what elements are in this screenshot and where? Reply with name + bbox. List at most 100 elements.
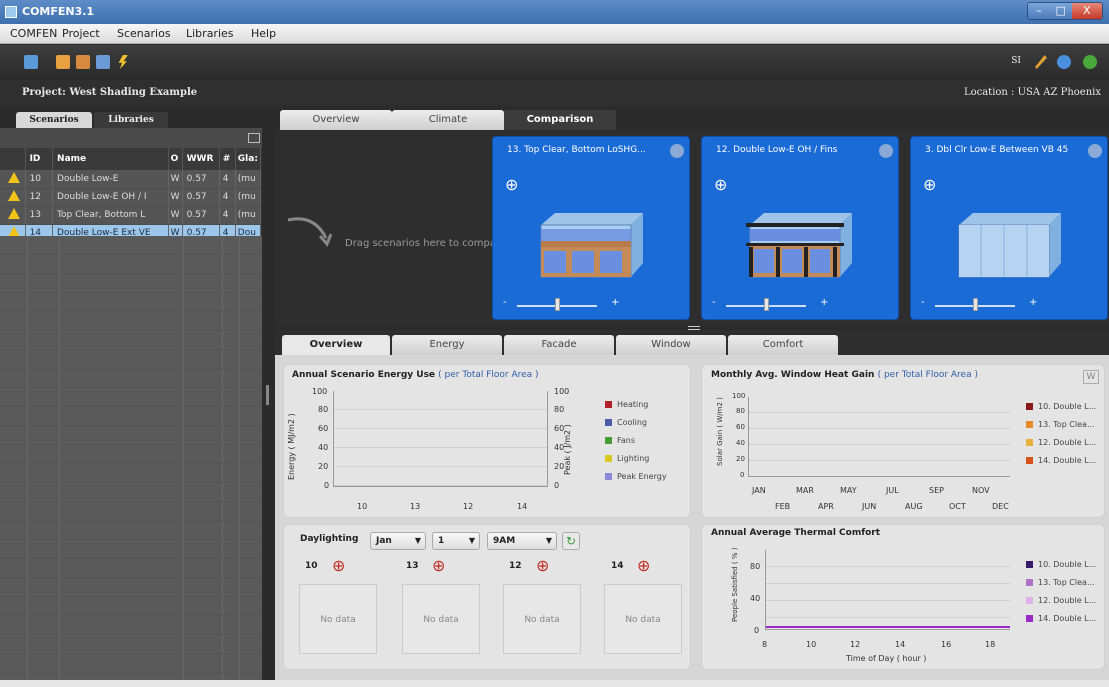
chevron-down-icon: ▼ — [545, 536, 552, 545]
x-tick: 12 — [850, 640, 861, 649]
tab-climate[interactable]: Climate — [392, 110, 504, 130]
table-row[interactable]: 12 Double Low-E OH / I W 0.57 4 (mu — [0, 188, 262, 207]
minimize-button[interactable]: – — [1028, 3, 1050, 19]
x-tick: JAN — [752, 486, 766, 495]
row-glazing: (mu — [235, 206, 262, 225]
tab-energy[interactable]: Energy — [392, 335, 502, 355]
project-bar: Project: West Shading Example Location :… — [0, 80, 1109, 106]
library-icon[interactable] — [96, 55, 110, 69]
window-title: COMFEN3.1 — [22, 5, 95, 18]
tab-overview-top[interactable]: Overview — [280, 110, 392, 130]
col-orientation[interactable]: O — [168, 148, 183, 170]
legend-item: 14. Double L... — [1026, 456, 1096, 465]
units-toggle[interactable]: SI — [1011, 56, 1021, 66]
zoom-slider-knob[interactable] — [555, 298, 560, 311]
x-tick: APR — [818, 502, 834, 511]
column-chooser-icon[interactable] — [248, 133, 260, 143]
compass-icon[interactable]: ⊕ — [505, 175, 518, 194]
col-name[interactable]: Name — [52, 148, 169, 170]
close-card-icon[interactable] — [879, 144, 893, 158]
scenario-copy-icon[interactable] — [76, 55, 90, 69]
close-button[interactable]: X — [1071, 3, 1102, 19]
tab-scenarios[interactable]: Scenarios — [16, 112, 92, 128]
col-id[interactable]: ID — [25, 148, 54, 170]
add-scenario-icon[interactable] — [56, 55, 70, 69]
menu-scenarios[interactable]: Scenarios — [117, 27, 171, 40]
zoom-out-button[interactable]: - — [503, 297, 507, 308]
menu-help[interactable]: Help — [251, 27, 276, 40]
x-tick: 14 — [517, 502, 528, 511]
compass-icon[interactable]: ⊕ — [637, 556, 650, 575]
daylight-scenario-id: 13 — [406, 561, 419, 571]
scenario-card[interactable]: 3. Dbl Clr Low-E Between VB 45 ⊕ - + — [910, 136, 1108, 320]
legend-swatch — [1026, 421, 1033, 428]
menu-comfen[interactable]: COMFEN — [10, 27, 57, 40]
run-simulation-icon[interactable] — [118, 55, 128, 69]
close-card-icon[interactable] — [1088, 144, 1102, 158]
y-tick: 0 — [740, 471, 745, 479]
compass-icon[interactable]: ⊕ — [923, 175, 936, 194]
comfort-ylabel: People Satisfied ( % ) — [731, 547, 739, 623]
time-dropdown[interactable]: 9AM ▼ — [487, 532, 557, 550]
daylight-scenario-id: 12 — [509, 561, 522, 571]
scenario-card[interactable]: 12. Double Low-E OH / Fins ⊕ - + — [701, 136, 899, 320]
legend-swatch — [605, 437, 612, 444]
wrench-icon[interactable] — [1035, 55, 1047, 69]
col-glazing[interactable]: Gla: — [235, 148, 262, 170]
heat-gain-subtitle: ( per Total Floor Area ) — [877, 370, 978, 380]
scenario-card[interactable]: 13. Top Clear, Bottom LoSHG... ⊕ - + — [492, 136, 690, 320]
legend-swatch — [1026, 615, 1033, 622]
y-tick: 0 — [324, 481, 330, 490]
zoom-slider-knob[interactable] — [973, 298, 978, 311]
tab-overview[interactable]: Overview — [282, 335, 390, 355]
day-dropdown[interactable]: 1 ▼ — [432, 532, 480, 550]
compass-icon[interactable]: ⊕ — [714, 175, 727, 194]
x-tick: 13 — [410, 502, 421, 511]
location-label: Location : USA AZ Phoenix — [963, 87, 1101, 98]
tab-window[interactable]: Window — [616, 335, 726, 355]
zoom-in-button[interactable]: + — [611, 297, 619, 308]
tab-facade[interactable]: Facade — [504, 335, 614, 355]
help-icon[interactable] — [1057, 55, 1071, 69]
maximize-button[interactable]: □ — [1049, 3, 1072, 19]
feedback-icon[interactable] — [1083, 55, 1097, 69]
row-orientation: W — [168, 188, 183, 207]
zoom-out-button[interactable]: - — [712, 297, 716, 308]
compass-icon[interactable]: ⊕ — [432, 556, 445, 575]
legend-item: 13. Top Clea... — [1026, 578, 1095, 587]
row-count: 4 — [219, 206, 236, 225]
new-project-icon[interactable] — [24, 55, 38, 69]
x-tick: AUG — [905, 502, 923, 511]
x-tick: MAY — [840, 486, 857, 495]
table-row[interactable]: 10 Double Low-E W 0.57 4 (mu — [0, 170, 262, 189]
table-row[interactable]: 13 Top Clear, Bottom L W 0.57 4 (mu — [0, 206, 262, 225]
month-dropdown[interactable]: Jan ▼ — [370, 532, 426, 550]
tab-comparison[interactable]: Comparison — [504, 110, 616, 130]
col-count[interactable]: # — [219, 148, 236, 170]
compass-icon[interactable]: ⊕ — [536, 556, 549, 575]
col-wwr[interactable]: WWR — [182, 148, 220, 170]
zoom-in-button[interactable]: + — [1029, 297, 1037, 308]
menu-libraries[interactable]: Libraries — [186, 27, 234, 40]
panel-header — [0, 128, 262, 148]
row-count: 4 — [219, 170, 236, 189]
zoom-out-button[interactable]: - — [921, 297, 925, 308]
compass-icon[interactable]: ⊕ — [332, 556, 345, 575]
x-tick: SEP — [929, 486, 944, 495]
x-tick: OCT — [949, 502, 966, 511]
y-tick: 60 — [318, 424, 329, 433]
zoom-in-button[interactable]: + — [820, 297, 828, 308]
zoom-slider-knob[interactable] — [764, 298, 769, 311]
legend-swatch — [1026, 579, 1033, 586]
menu-project[interactable]: Project — [62, 27, 100, 40]
close-card-icon[interactable] — [670, 144, 684, 158]
units-w-button[interactable]: W — [1083, 370, 1099, 384]
legend-item: 10. Double L... — [1026, 560, 1096, 569]
y2-tick: 40 — [554, 443, 565, 452]
legend-item: 13. Top Clea... — [1026, 420, 1095, 429]
tab-comfort[interactable]: Comfort — [728, 335, 838, 355]
refresh-icon[interactable]: ↻ — [562, 532, 580, 550]
splitter-handle[interactable] — [266, 385, 269, 405]
tab-libraries[interactable]: Libraries — [94, 112, 168, 128]
left-tabs: Scenarios Libraries — [0, 108, 262, 128]
